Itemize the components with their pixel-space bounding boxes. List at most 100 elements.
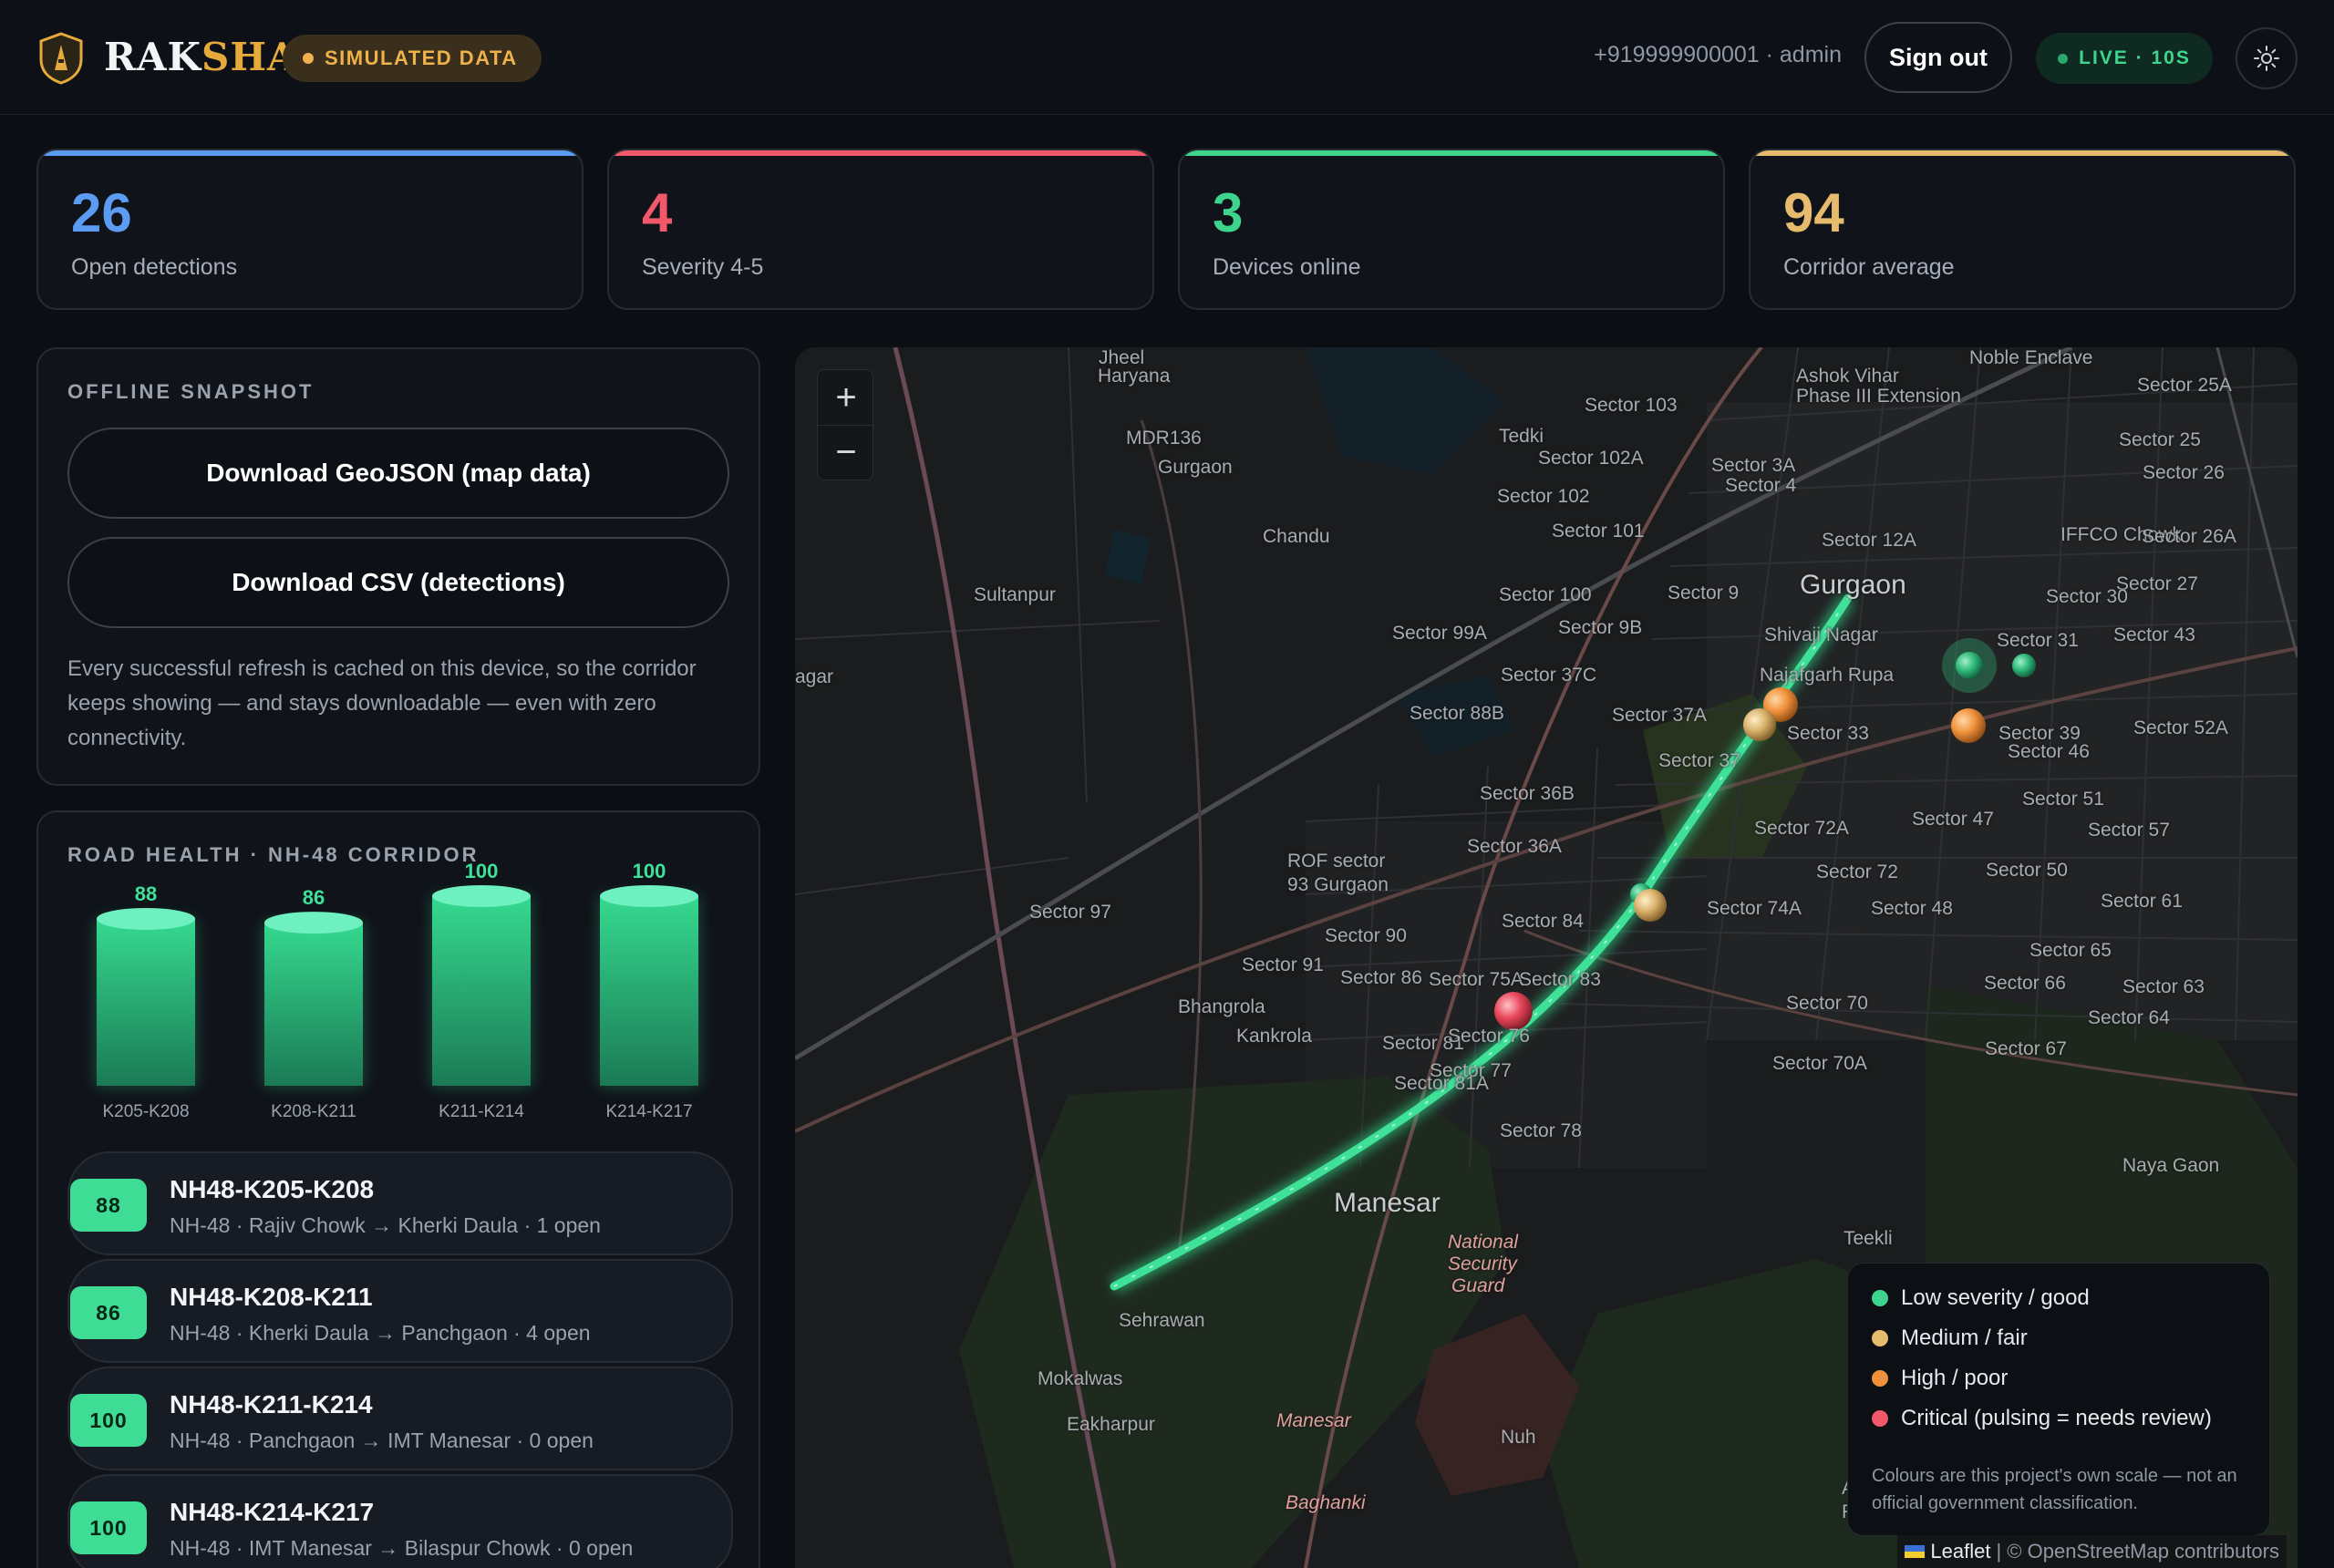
map-place-label: Sector 50 [1986,860,2068,881]
stat-value: 26 [71,182,132,243]
chart-bar-cap [432,885,531,907]
stat-value: 3 [1213,182,1244,243]
map-place-label: Nuh [1501,1427,1536,1448]
segment-card[interactable]: 88 NH48-K205-K208 NH-48 · Rajiv Chowk → … [67,1151,733,1255]
map-place-label: Sector 64 [2088,1007,2170,1028]
map-place-label: Sector 43 [2113,624,2195,645]
map-place-label: Sector 84 [1502,911,1584,932]
corridor-map[interactable]: Ashok Vihar Phase III Extension Noble Encl… [795,347,2298,1568]
map-legend: Low severity / good Medium / fair High /… [1847,1263,2270,1536]
map-place-label: Guard [1451,1275,1505,1296]
map-place-label: Sector 47 [1912,809,1994,830]
segment-name: NH48-K205-K208 [170,1175,375,1203]
map-place-label: Phase III Extension [1796,386,1961,407]
map-place-label: Sector 81A [1394,1073,1489,1094]
detection-marker-low[interactable] [1956,652,1983,679]
map-place-label: Sector 26A [2142,526,2236,547]
map-place-label: Tedki [1499,426,1544,447]
panel-title: OFFLINE SNAPSHOT [67,380,315,403]
bar-value-label: 100 [465,860,499,882]
stat-accent-bar [1750,150,2294,156]
chart-bar-cap [264,912,363,934]
detection-marker-critical[interactable] [1494,992,1533,1030]
segment-detail: NH-48 · IMT Manesar → Bilaspur Chowk · 0… [170,1536,634,1560]
zoom-in-button[interactable]: + [818,370,874,425]
map-place-label: Sultanpur [974,584,1056,605]
map-place-label: Sector 72A [1754,818,1849,839]
detection-marker-medium[interactable] [1634,889,1667,922]
offline-note: Every successful refresh is cached on th… [67,656,697,750]
map-place-label: Sector 61 [2101,891,2183,912]
stat-value: 4 [642,182,673,243]
live-dot-icon [2058,53,2069,64]
detection-marker-low[interactable] [2012,654,2036,677]
map-place-label: Sector 36B [1480,783,1575,804]
segment-card[interactable]: 100 NH48-K214-K217 NH-48 · IMT Manesar →… [67,1474,733,1568]
live-refresh-badge: LIVE · 10S [2036,33,2213,84]
road-health-bar-chart: 88 K205-K208 86 K208-K211 100 K211-K214 100 K21… [97,860,698,1121]
stat-label: Severity 4-5 [642,254,764,280]
sign-out-button[interactable]: Sign out [1864,22,2012,93]
map-attribution: Leaflet | © OpenStreetMap contributors [1897,1535,2287,1568]
segment-name: NH48-K211-K214 [170,1390,373,1418]
sun-icon [2254,46,2279,71]
app-root: RAKSHA SIMULATED DATA +919999900001 · ad… [0,0,2334,1568]
flag-icon [1905,1545,1926,1558]
map-place-label: Noble Enclave [1969,347,2093,368]
map-place-label: ROF sector [1287,851,1386,872]
map-place-label: Sector 9 [1668,583,1740,603]
map-place-label: Sector 52A [2133,717,2228,738]
map-place-label: Sector 37A [1612,705,1707,726]
map-place-label: Sector 3A [1711,455,1796,476]
map-place-label: Sector 97 [1029,902,1111,923]
segment-card[interactable]: 100 NH48-K211-K214 NH-48 · Panchgaon → I… [67,1367,733,1470]
bar-category-label: K214-K217 [605,1102,692,1121]
map-place-label: Sector 76 [1448,1026,1530,1047]
map-place-label: Najafgarh Rupa [1760,665,1895,686]
map-place-label: Sector 102A [1538,448,1644,469]
map-place-label: Sector 65 [2029,940,2112,961]
map-place-label: Eakharpur [1067,1414,1155,1435]
theme-toggle-button[interactable] [2236,27,2298,89]
map-place-label: Sector 74A [1707,898,1802,919]
map-place-label: Sector 26 [2143,462,2225,483]
road-health-panel: ROAD HEALTH · NH-48 CORRIDOR 88 K205-K208… [36,810,760,1568]
download-geojson-button[interactable]: Download GeoJSON (map data) [67,428,729,519]
map-place-label: Baghanki [1286,1492,1366,1513]
map-place-label: Sector 25 [2119,429,2201,450]
leaflet-link[interactable]: Leaflet [1930,1540,1990,1563]
map-place-label: Sector 12A [1822,530,1916,551]
map-place-label: Haryana [1098,366,1171,387]
map-place-label: Sector 33 [1787,723,1869,744]
offline-snapshot-panel: OFFLINE SNAPSHOT Download GeoJSON (map d… [36,347,760,786]
map-place-label: 93 Gurgaon [1287,874,1389,895]
map-place-label: Sector 70A [1772,1053,1867,1074]
stat-card-open-detections: 26 Open detections [36,149,584,310]
osm-attribution[interactable]: | © OpenStreetMap contributors [1996,1540,2279,1563]
bar-value-label: 86 [303,886,325,909]
detection-marker-medium[interactable] [1743,708,1776,741]
map-place-label: Sector 91 [1242,954,1324,975]
user-identity: +919999900001 · admin [1594,42,1842,67]
segment-score-badge: 100 [70,1394,147,1447]
top-bar: RAKSHA SIMULATED DATA +919999900001 · ad… [0,0,2334,115]
map-place-label: Sector 99A [1392,623,1487,644]
shield-logo-icon [39,32,83,85]
segment-card[interactable]: 86 NH48-K208-K211 NH-48 · Kherki Daula →… [67,1259,733,1363]
legend-dot-icon [1872,1370,1888,1387]
map-place-label: Sector 75A [1429,969,1523,990]
map-place-label: Security [1448,1253,1517,1274]
zoom-out-button[interactable]: − [818,425,874,480]
bar-value-label: 100 [633,860,666,882]
map-place-label: Sector 37 [1658,750,1740,771]
download-csv-button[interactable]: Download CSV (detections) [67,537,729,628]
stat-label: Corridor average [1783,254,1955,280]
map-place-label: Sector 90 [1325,925,1407,946]
detection-marker-high[interactable] [1951,708,1986,743]
map-place-label: Sector 88B [1410,703,1504,724]
stat-value: 94 [1783,182,1844,243]
map-place-label: Sector 86 [1340,967,1422,988]
map-place-label: Shivaji Nagar [1764,624,1878,645]
segment-name: NH48-K208-K211 [170,1283,373,1311]
chart-bar-cap [600,885,698,907]
